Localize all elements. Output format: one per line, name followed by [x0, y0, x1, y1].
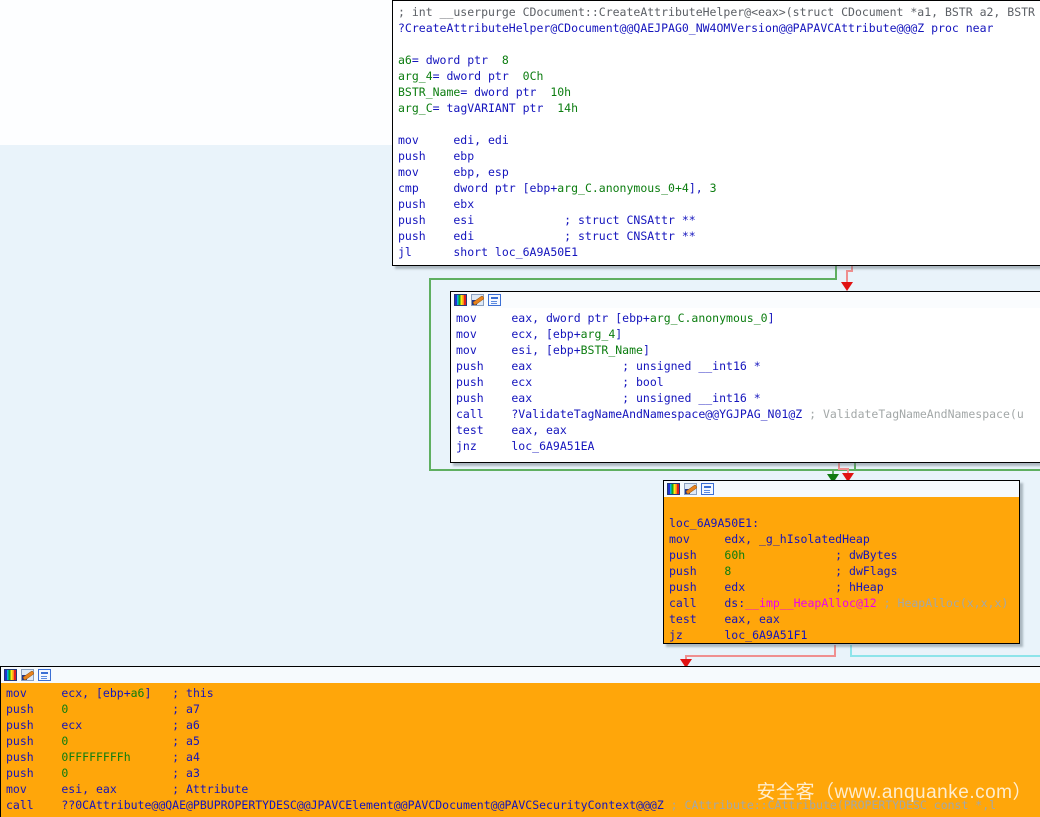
code-line[interactable]: mov edx, _g_hIsolatedHeap: [669, 531, 1019, 547]
code-line[interactable]: push 0FFFFFFFFh ; a4: [6, 749, 1040, 765]
code-line[interactable]: ?CreateAttributeHelper@CDocument@@QAEJPA…: [398, 20, 1040, 36]
code-line[interactable]: cmp dword ptr [ebp+arg_C.anonymous_0+4],…: [398, 180, 1040, 196]
code-line[interactable]: push ecx ; bool: [456, 374, 1040, 390]
code-line[interactable]: test eax, eax: [456, 422, 1040, 438]
code-line[interactable]: [398, 116, 1040, 132]
basic-block-entry[interactable]: ; int __userpurge CDocument::CreateAttri…: [392, 0, 1040, 266]
code-line[interactable]: jz loc_6A9A51F1: [669, 627, 1019, 643]
code-line[interactable]: push 0 ; a7: [6, 701, 1040, 717]
edit-comment-pencil-icon[interactable]: [684, 483, 697, 495]
disassembly-listing: mov eax, dword ptr [ebp+arg_C.anonymous_…: [451, 308, 1040, 454]
code-line[interactable]: mov ebp, esp: [398, 164, 1040, 180]
basic-block-heapalloc[interactable]: loc_6A9A50E1:mov edx, _g_hIsolatedHeappu…: [663, 480, 1020, 644]
code-line[interactable]: mov esi, [ebp+BSTR_Name]: [456, 342, 1040, 358]
code-line[interactable]: call ds:__imp__HeapAlloc@12 ; HeapAlloc(…: [669, 595, 1019, 611]
code-line[interactable]: ; int __userpurge CDocument::CreateAttri…: [398, 4, 1040, 20]
node-color-palette-icon[interactable]: [667, 483, 680, 495]
script-window-icon[interactable]: [701, 483, 714, 495]
code-line[interactable]: jl short loc_6A9A50E1: [398, 244, 1040, 260]
code-line[interactable]: push ebx: [398, 196, 1040, 212]
code-line[interactable]: call ?ValidateTagNameAndNamespace@@YGJPA…: [456, 406, 1040, 422]
node-toolbar: [664, 481, 1019, 497]
node-toolbar: [451, 292, 1040, 308]
code-line[interactable]: a6= dword ptr 8: [398, 52, 1040, 68]
watermark: 安全客（www.anquanke.com）: [756, 777, 1032, 804]
code-line[interactable]: BSTR_Name= dword ptr 10h: [398, 84, 1040, 100]
code-line[interactable]: mov ecx, [ebp+arg_4]: [456, 326, 1040, 342]
code-line[interactable]: push 60h ; dwBytes: [669, 547, 1019, 563]
code-line[interactable]: push eax ; unsigned __int16 *: [456, 390, 1040, 406]
edge-fallthrough-validate-to-alloc: [839, 463, 848, 474]
code-line[interactable]: push edx ; hHeap: [669, 579, 1019, 595]
script-window-icon[interactable]: [38, 669, 51, 681]
code-line[interactable]: mov ecx, [ebp+a6] ; this: [6, 685, 1040, 701]
code-line[interactable]: push ecx ; a6: [6, 717, 1040, 733]
code-line[interactable]: push 8 ; dwFlags: [669, 563, 1019, 579]
code-line[interactable]: arg_C= tagVARIANT ptr 14h: [398, 100, 1040, 116]
node-color-palette-icon[interactable]: [454, 294, 467, 306]
code-line[interactable]: mov edi, edi: [398, 132, 1040, 148]
code-line[interactable]: test eax, eax: [669, 611, 1019, 627]
code-line[interactable]: push esi ; struct CNSAttr **: [398, 212, 1040, 228]
code-line[interactable]: push 0 ; a5: [6, 733, 1040, 749]
red-arrowhead-into-validate: [841, 282, 853, 291]
script-window-icon[interactable]: [488, 294, 501, 306]
code-line[interactable]: push eax ; unsigned __int16 *: [456, 358, 1040, 374]
edge-fallthrough-alloc-to-ctor: [686, 645, 835, 660]
code-line[interactable]: [669, 499, 1019, 515]
edge-highlighted-alloc-offscreen: [851, 645, 1040, 656]
node-toolbar: [1, 667, 1040, 683]
ida-graph-view[interactable]: ; int __userpurge CDocument::CreateAttri…: [0, 0, 1040, 817]
disassembly-listing: loc_6A9A50E1:mov edx, _g_hIsolatedHeappu…: [664, 497, 1019, 643]
disassembly-listing: ; int __userpurge CDocument::CreateAttri…: [393, 1, 1040, 260]
code-line[interactable]: mov eax, dword ptr [ebp+arg_C.anonymous_…: [456, 310, 1040, 326]
code-line[interactable]: push ebp: [398, 148, 1040, 164]
code-line[interactable]: [398, 36, 1040, 52]
basic-block-validate[interactable]: mov eax, dword ptr [ebp+arg_C.anonymous_…: [450, 291, 1040, 463]
edit-comment-pencil-icon[interactable]: [471, 294, 484, 306]
code-line[interactable]: loc_6A9A50E1:: [669, 515, 1019, 531]
code-line[interactable]: jnz loc_6A9A51EA: [456, 438, 1040, 454]
edit-comment-pencil-icon[interactable]: [21, 669, 34, 681]
code-line[interactable]: push edi ; struct CNSAttr **: [398, 228, 1040, 244]
code-line[interactable]: arg_4= dword ptr 0Ch: [398, 68, 1040, 84]
node-color-palette-icon[interactable]: [4, 669, 17, 681]
